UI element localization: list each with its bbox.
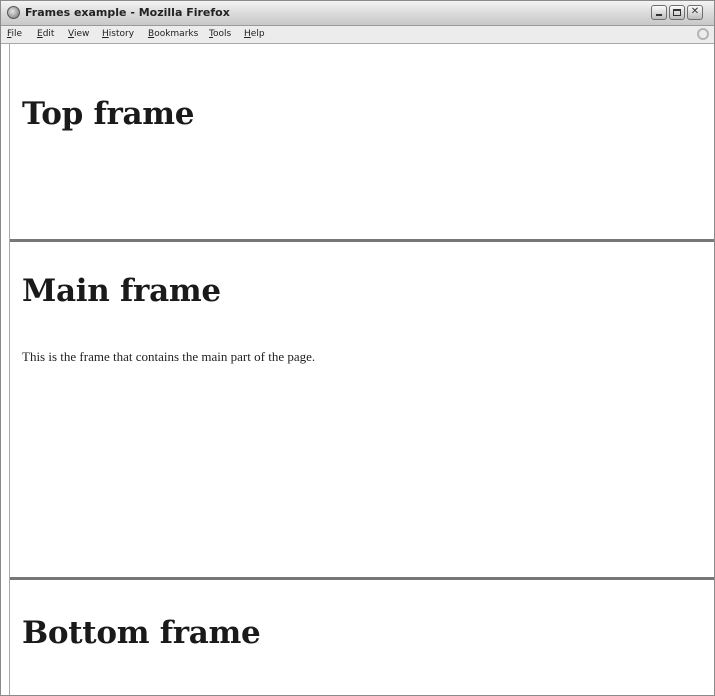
menu-bookmarks[interactable]: Bookmarks [148,29,198,39]
menu-bar: File Edit View History Bookmarks Tools H… [1,26,714,44]
close-icon: ✕ [690,6,700,17]
menu-edit[interactable]: Edit [37,29,54,39]
maximize-button[interactable] [669,5,685,20]
maximize-icon [673,9,681,16]
menu-tools[interactable]: Tools [209,29,231,39]
close-button[interactable]: ✕ [687,5,703,20]
top-frame: Top frame [10,44,714,239]
menu-help[interactable]: Help [244,29,265,39]
throbber-icon [697,28,709,40]
minimize-button[interactable] [651,5,667,20]
browser-window: Frames example - Mozilla Firefox ✕ File … [0,0,715,696]
top-frame-heading: Top frame [22,96,195,132]
bottom-frame-heading: Bottom frame [22,615,261,651]
minimize-icon [656,14,662,16]
menu-view[interactable]: View [68,29,89,39]
main-frame-text: This is the frame that contains the main… [22,349,316,364]
menu-file[interactable]: File [7,29,22,39]
main-frame: Main frame This is the frame that contai… [10,242,714,577]
bottom-frame: Bottom frame [10,580,714,695]
menu-history[interactable]: History [102,29,134,39]
firefox-icon [7,6,20,19]
window-title: Frames example - Mozilla Firefox [25,6,230,19]
title-bar[interactable]: Frames example - Mozilla Firefox ✕ [1,1,714,26]
main-frame-heading: Main frame [22,273,221,309]
